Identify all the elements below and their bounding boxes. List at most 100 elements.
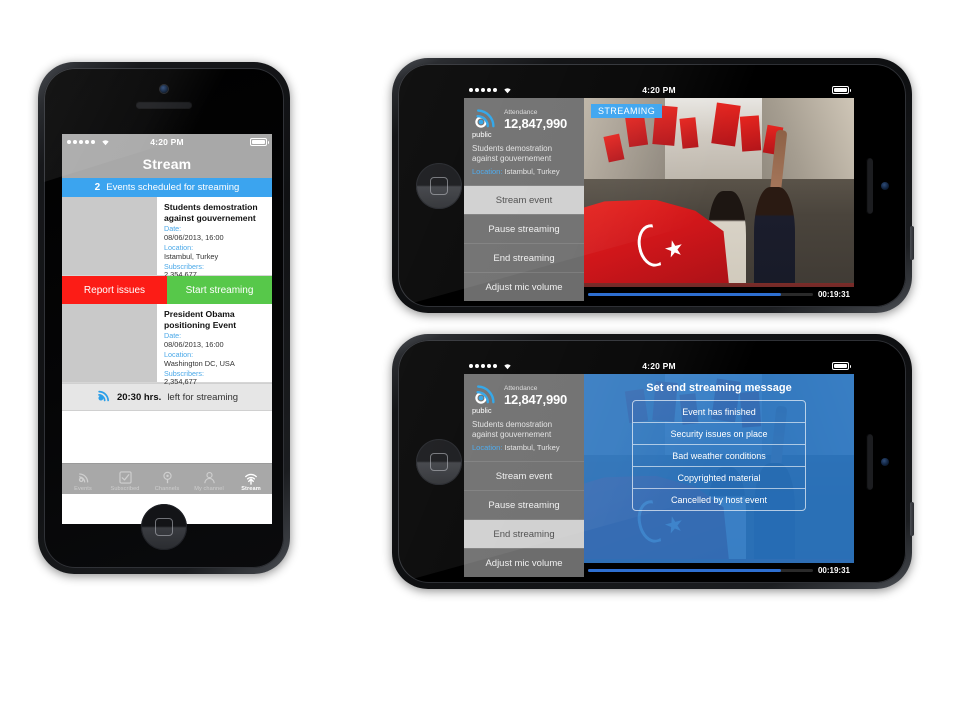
- stream-location: Location: Istambul, Turkey: [472, 443, 577, 452]
- progress-fill: [588, 568, 782, 572]
- option-event-has-finished[interactable]: Event has finished: [633, 401, 805, 423]
- list-item[interactable]: Students demostration against gouverneme…: [62, 197, 272, 279]
- tab-stream-label: Stream: [241, 486, 261, 492]
- status-time: 4:20 PM: [642, 361, 676, 371]
- event-date-value: 08/06/2013, 16:00: [164, 339, 224, 349]
- phone1-status-bar: 4:20 PM: [62, 134, 272, 150]
- power-button[interactable]: [910, 226, 914, 260]
- event-thumbnail: [62, 197, 157, 275]
- video-preview[interactable]: STREAMING 00:19:31: [584, 98, 854, 301]
- phone1-screen: 4:20 PM Stream 2 Events scheduled for st…: [62, 134, 272, 524]
- stream-location-label: Location:: [472, 442, 503, 452]
- stream-controls-menu: Stream event Pause streaming End streami…: [464, 461, 584, 577]
- menu-item-adjust-mic-volume[interactable]: Adjust mic volume: [464, 272, 584, 301]
- broadcast-icon: [77, 470, 90, 485]
- tab-subscribed-label: Subscribed: [110, 486, 140, 492]
- events-section-label: Events scheduled for streaming: [106, 182, 240, 193]
- stream-location: Location: Istambul, Turkey: [472, 167, 577, 176]
- option-cancelled-by-host[interactable]: Cancelled by host event: [633, 489, 805, 510]
- stream-location-value: Istambul, Turkey: [504, 166, 560, 176]
- menu-item-end-streaming[interactable]: End streaming: [464, 243, 584, 272]
- earpiece-speaker: [866, 433, 873, 490]
- tab-events-label: Events: [74, 486, 92, 492]
- tab-bar: Events Subscribed Channels My channel St…: [62, 463, 272, 494]
- event-subscribers-value: 2,354,677: [164, 377, 197, 387]
- event-info: President Obama positioning Event Date: …: [157, 304, 272, 386]
- status-badge: STREAMING: [591, 104, 663, 118]
- phone3-app: Attendance 12,847,990 public Students de…: [464, 374, 854, 577]
- progress-track[interactable]: [588, 568, 813, 572]
- stream-event-title: Students demostration against gouverneme…: [472, 144, 553, 164]
- tab-subscribed[interactable]: Subscribed: [104, 470, 146, 494]
- tab-my-channel-label: My channel: [194, 486, 224, 492]
- stream-sidebar: Attendance 12,847,990 public Students de…: [464, 374, 584, 577]
- event-location-value: Washington DC, USA: [164, 358, 235, 368]
- video-preview: Set end streaming message Event has fini…: [584, 374, 854, 577]
- countdown-value: 20:30 hrs.: [116, 391, 162, 403]
- attendance-block: Attendance 12,847,990: [504, 385, 567, 407]
- broadcast-icon: [472, 105, 498, 131]
- option-security-issues[interactable]: Security issues on place: [633, 423, 805, 445]
- elapsed-time: 00:19:31: [817, 289, 850, 299]
- phone2-bezel: 4:20 PM Attendance 12,847,990 public Stu…: [398, 64, 906, 307]
- option-copyrighted-material[interactable]: Copyrighted material: [633, 467, 805, 489]
- home-button[interactable]: [416, 438, 462, 485]
- battery-full-icon: [832, 362, 851, 370]
- phone3-screen: 4:20 PM Attendance 12,847,990 public Stu…: [464, 358, 854, 577]
- progress-track[interactable]: [588, 292, 813, 296]
- playback-progress-bar[interactable]: 00:19:31: [584, 287, 854, 301]
- front-camera-icon: [160, 85, 168, 93]
- power-button[interactable]: [910, 502, 914, 536]
- phone1-bezel: 4:20 PM Stream 2 Events scheduled for st…: [44, 68, 284, 568]
- events-count: 2: [94, 182, 101, 193]
- phone2-status-bar: 4:20 PM: [464, 82, 854, 98]
- earpiece-speaker: [866, 157, 873, 214]
- tab-channels[interactable]: Channels: [146, 470, 188, 494]
- home-button[interactable]: [416, 162, 462, 209]
- report-issues-button[interactable]: Report issues: [62, 276, 167, 304]
- stream-sidebar-header: Attendance 12,847,990 public Students de…: [464, 98, 584, 181]
- menu-item-end-streaming[interactable]: End streaming: [464, 519, 584, 548]
- person-icon: [203, 470, 216, 485]
- broadcast-icon: [472, 381, 498, 407]
- stream-sidebar: Attendance 12,847,990 public Students de…: [464, 98, 584, 301]
- visibility-label: public: [472, 406, 492, 415]
- event-thumbnail: [62, 304, 157, 382]
- end-message-options: Event has finished Security issues on pl…: [632, 400, 806, 511]
- phone-portrait-stream-list: 4:20 PM Stream 2 Events scheduled for st…: [38, 62, 290, 574]
- earpiece-speaker: [136, 101, 192, 108]
- event-info: Students demostration against gouverneme…: [157, 197, 272, 279]
- stream-controls-menu: Stream event Pause streaming End streami…: [464, 185, 584, 301]
- playback-progress-bar[interactable]: 00:19:31: [584, 563, 854, 577]
- stream-location-value: Istambul, Turkey: [504, 442, 560, 452]
- list-item[interactable]: President Obama positioning Event Date: …: [62, 304, 272, 386]
- battery-full-icon: [832, 86, 851, 94]
- event-action-bar: Report issues Start streaming: [62, 276, 272, 304]
- option-bad-weather[interactable]: Bad weather conditions: [633, 445, 805, 467]
- phone3-status-bar: 4:20 PM: [464, 358, 854, 374]
- elapsed-time: 00:19:31: [817, 565, 850, 575]
- attendance-block: Attendance 12,847,990: [504, 109, 567, 131]
- menu-item-pause-streaming[interactable]: Pause streaming: [464, 214, 584, 243]
- tab-events[interactable]: Events: [62, 470, 104, 494]
- battery-full-icon: [250, 138, 269, 146]
- menu-item-stream-event[interactable]: Stream event: [464, 461, 584, 490]
- tab-stream[interactable]: Stream: [230, 470, 272, 494]
- broadcast-icon: [96, 388, 111, 406]
- front-camera-icon: [881, 181, 889, 190]
- start-streaming-button[interactable]: Start streaming: [167, 276, 272, 304]
- menu-item-pause-streaming[interactable]: Pause streaming: [464, 490, 584, 519]
- event-title: Students demostration against gouverneme…: [164, 202, 258, 223]
- tab-my-channel[interactable]: My channel: [188, 470, 230, 494]
- dialog-title: Set end streaming message: [646, 382, 792, 394]
- home-button[interactable]: [141, 504, 187, 550]
- stream-location-label: Location:: [472, 166, 503, 176]
- visibility-label: public: [472, 130, 492, 139]
- menu-item-adjust-mic-volume[interactable]: Adjust mic volume: [464, 548, 584, 577]
- upload-broadcast-icon: [244, 470, 258, 485]
- end-streaming-dialog: Set end streaming message Event has fini…: [584, 374, 854, 577]
- menu-item-stream-event[interactable]: Stream event: [464, 185, 584, 214]
- empty-list-area: [62, 411, 272, 463]
- attendance-value: 12,847,990: [504, 391, 568, 407]
- protest-photo: [584, 98, 854, 301]
